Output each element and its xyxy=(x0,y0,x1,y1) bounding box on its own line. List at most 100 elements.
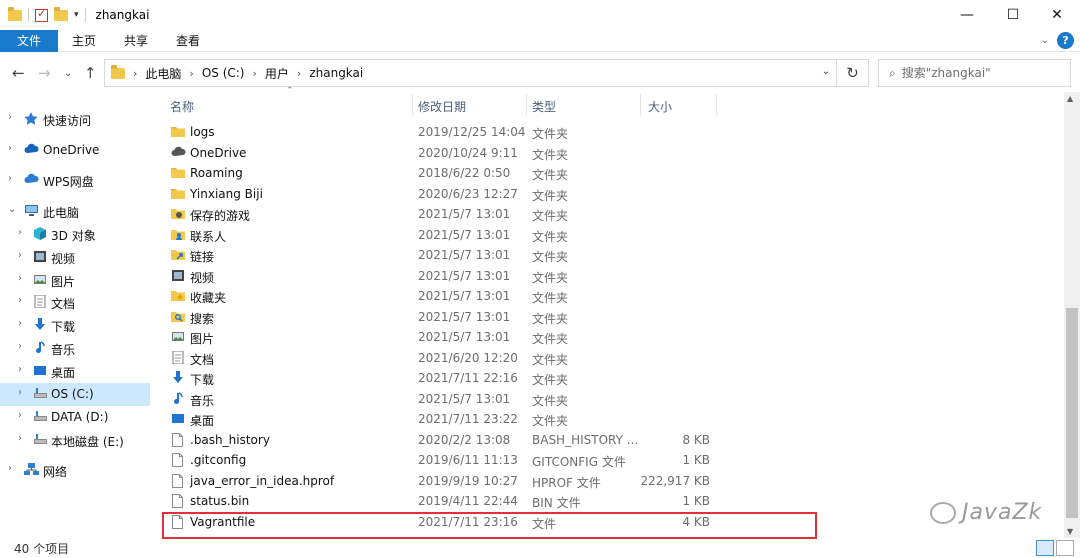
minimize-button[interactable]: — xyxy=(944,0,990,30)
column-header-type[interactable]: 类型 xyxy=(532,94,556,118)
new-folder-icon[interactable] xyxy=(54,6,68,21)
scroll-down-icon[interactable]: ▼ xyxy=(1067,527,1073,536)
music-icon xyxy=(33,341,47,354)
file-row[interactable]: 桌面 2021/7/11 23:22 文件夹 xyxy=(162,409,1062,430)
nav-item[interactable]: › 3D 对象 xyxy=(0,223,150,246)
file-row[interactable]: java_error_in_idea.hprof 2019/9/19 10:27 H… xyxy=(162,471,1062,492)
up-icon[interactable]: ↑ xyxy=(84,64,97,82)
close-button[interactable]: ✕ xyxy=(1034,0,1080,30)
chevron-right-icon[interactable]: › xyxy=(297,67,301,80)
nav-item[interactable]: › DATA (D:) xyxy=(0,406,150,429)
recent-locations-icon[interactable]: ⌄ xyxy=(64,68,72,79)
column-divider[interactable] xyxy=(412,94,413,116)
nav-item[interactable]: › 桌面 xyxy=(0,360,150,383)
file-row[interactable]: Yinxiang Biji 2020/6/23 12:27 文件夹 xyxy=(162,184,1062,205)
search-box[interactable]: ⌕ xyxy=(878,59,1071,87)
file-date: 2018/6/22 0:50 xyxy=(418,166,511,180)
nav-item[interactable]: › OS (C:) xyxy=(0,383,150,406)
status-bar: 40 个项目 xyxy=(0,538,1080,558)
customize-toolbar-icon[interactable]: ▾ xyxy=(74,10,79,20)
scroll-up-icon[interactable]: ▲ xyxy=(1067,94,1073,103)
refresh-button[interactable]: ↻ xyxy=(837,59,869,87)
chevron-down-icon[interactable]: ⌄ xyxy=(822,66,830,77)
forward-icon[interactable]: → xyxy=(38,64,51,82)
chevron-right-icon[interactable]: › xyxy=(18,227,22,238)
breadcrumb-zhangkai[interactable]: zhangkai xyxy=(309,66,363,80)
nav-item[interactable]: › 下载 xyxy=(0,314,150,337)
chevron-right-icon[interactable]: › xyxy=(8,173,12,184)
chevron-right-icon[interactable]: › xyxy=(8,112,12,123)
file-row[interactable]: 图片 2021/5/7 13:01 文件夹 xyxy=(162,327,1062,348)
chevron-right-icon[interactable]: › xyxy=(8,143,12,154)
chevron-right-icon[interactable]: › xyxy=(8,463,12,474)
nav-item[interactable]: › OneDrive xyxy=(0,139,150,162)
file-type: 文件夹 xyxy=(532,270,569,285)
scrollbar-thumb[interactable] xyxy=(1066,308,1078,518)
chevron-right-icon[interactable]: › xyxy=(18,387,22,398)
address-bar[interactable]: › 此电脑 › OS (C:) › 用户 › zhangkai ⌄ xyxy=(104,59,837,87)
file-date: 2021/5/7 13:01 xyxy=(418,330,511,344)
file-row[interactable]: 音乐 2021/5/7 13:01 文件夹 xyxy=(162,389,1062,410)
file-row[interactable]: 联系人 2021/5/7 13:01 文件夹 xyxy=(162,225,1062,246)
column-divider[interactable] xyxy=(640,94,641,116)
chevron-right-icon[interactable]: › xyxy=(18,341,22,352)
back-icon[interactable]: ← xyxy=(12,64,25,82)
column-divider[interactable] xyxy=(716,94,717,116)
breadcrumb-users[interactable]: 用户 xyxy=(265,65,289,82)
file-row[interactable]: 文档 2021/6/20 12:20 文件夹 xyxy=(162,348,1062,369)
chevron-right-icon[interactable]: › xyxy=(18,295,22,306)
nav-item[interactable]: › 文档 xyxy=(0,291,150,314)
expand-ribbon-icon[interactable]: ⌄ xyxy=(1041,35,1049,46)
chevron-right-icon[interactable]: › xyxy=(18,318,22,329)
chevron-right-icon[interactable]: › xyxy=(18,410,22,421)
tab-share[interactable]: 共享 xyxy=(110,30,162,52)
nav-item[interactable]: › 视频 xyxy=(0,246,150,269)
chevron-right-icon[interactable]: › xyxy=(18,250,22,261)
file-row[interactable]: .bash_history 2020/2/2 13:08 BASH_HISTORY … xyxy=(162,430,1062,451)
file-row[interactable]: 视频 2021/5/7 13:01 文件夹 xyxy=(162,266,1062,287)
nav-item[interactable]: ⌄ 此电脑 xyxy=(0,200,150,223)
nav-item[interactable]: › 快速访问 xyxy=(0,108,150,131)
help-icon[interactable]: ? xyxy=(1057,32,1074,49)
chevron-down-icon[interactable]: ⌄ xyxy=(8,204,16,215)
file-row[interactable]: Roaming 2018/6/22 0:50 文件夹 xyxy=(162,163,1062,184)
file-row[interactable]: 链接 2021/5/7 13:01 文件夹 xyxy=(162,245,1062,266)
file-row[interactable]: .gitconfig 2019/6/11 11:13 GITCONFIG 文件 1 K… xyxy=(162,450,1062,471)
tab-view[interactable]: 查看 xyxy=(162,30,214,52)
chevron-right-icon[interactable]: › xyxy=(133,67,137,80)
tab-file[interactable]: 文件 xyxy=(0,29,59,52)
breadcrumb-os-c[interactable]: OS (C:) xyxy=(202,66,245,80)
breadcrumb-this-pc[interactable]: 此电脑 xyxy=(145,65,181,82)
column-header-size[interactable]: 大小 xyxy=(648,94,672,118)
file-row[interactable]: logs 2019/12/25 14:04 文件夹 xyxy=(162,122,1062,143)
column-header-name[interactable]: 名称 xyxy=(170,94,194,118)
nav-item[interactable]: › 音乐 xyxy=(0,337,150,360)
file-row[interactable]: 搜索 2021/5/7 13:01 文件夹 xyxy=(162,307,1062,328)
file-row[interactable]: OneDrive 2020/10/24 9:11 文件夹 xyxy=(162,143,1062,164)
vertical-scrollbar[interactable]: ▲ ▼ xyxy=(1064,92,1080,538)
nav-item[interactable]: › 网络 xyxy=(0,459,150,482)
chevron-right-icon[interactable]: › xyxy=(18,273,22,284)
large-icons-view-icon[interactable] xyxy=(1056,540,1074,556)
file-row[interactable]: status.bin 2019/4/11 22:44 BIN 文件 1 KB xyxy=(162,491,1062,512)
maximize-button[interactable]: ☐ xyxy=(990,0,1036,30)
chevron-right-icon[interactable]: › xyxy=(189,67,193,80)
properties-icon[interactable] xyxy=(35,7,48,22)
nav-item[interactable]: › 本地磁盘 (E:) xyxy=(0,429,150,452)
file-date: 2021/5/7 13:01 xyxy=(418,309,511,324)
chevron-right-icon[interactable]: › xyxy=(18,364,22,375)
search-input[interactable] xyxy=(901,66,1052,80)
chevron-right-icon[interactable]: › xyxy=(253,67,257,80)
details-view-icon[interactable] xyxy=(1036,540,1054,556)
column-header-date[interactable]: 修改日期 xyxy=(418,94,466,118)
file-row[interactable]: 下载 2021/7/11 22:16 文件夹 xyxy=(162,368,1062,389)
nav-item[interactable]: › WPS网盘 xyxy=(0,169,150,192)
file-row[interactable]: 保存的游戏 2021/5/7 13:01 文件夹 xyxy=(162,204,1062,225)
tab-home[interactable]: 主页 xyxy=(58,30,110,52)
chevron-right-icon[interactable]: › xyxy=(18,433,22,444)
refresh-icon: ↻ xyxy=(846,64,859,82)
nav-item[interactable]: › 图片 xyxy=(0,269,150,292)
file-row[interactable]: 收藏夹 2021/5/7 13:01 文件夹 xyxy=(162,286,1062,307)
column-divider[interactable] xyxy=(526,94,527,116)
nav-item-label: 音乐 xyxy=(51,343,76,357)
